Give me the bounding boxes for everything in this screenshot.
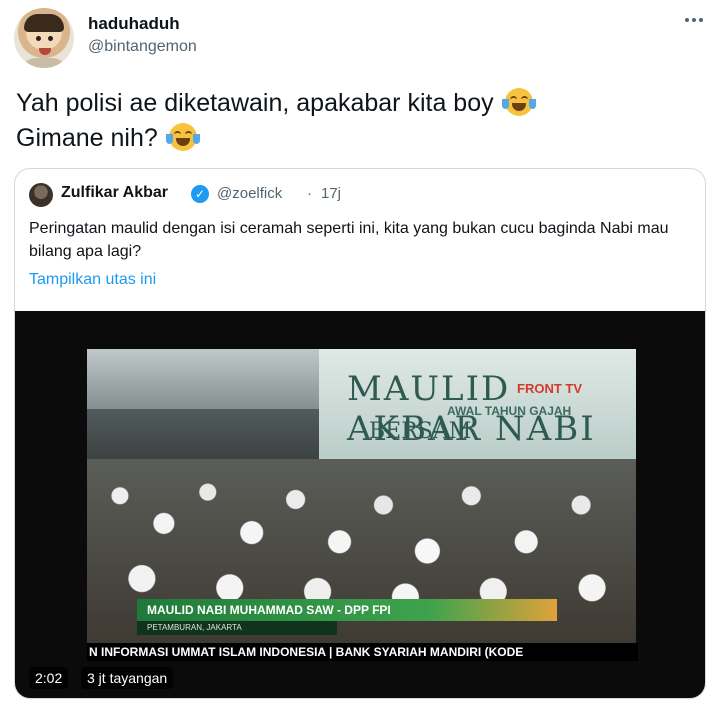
quoted-author-name[interactable]: Zulfikar Akbar	[61, 184, 168, 202]
video-frame[interactable]: MAULID AKBAR NABI AWAL TAHUN GAJAH BERSA…	[87, 349, 636, 643]
video-player[interactable]: MAULID AKBAR NABI AWAL TAHUN GAJAH BERSA…	[15, 311, 705, 698]
lower-third-location: PETAMBURAN, JAKARTA	[137, 621, 337, 635]
quoted-tweet[interactable]: Zulfikar Akbar ✓ @zoelfick · 17j Peringa…	[14, 168, 706, 699]
separator-dot: ·	[307, 185, 312, 202]
author-avatar[interactable]	[14, 8, 74, 68]
lower-third-title: MAULID NABI MUHAMMAD SAW - DPP FPI	[137, 599, 557, 621]
author-name[interactable]: haduhaduh	[88, 14, 180, 34]
tweet-text: Yah polisi ae diketawain, apakabar kita …	[16, 86, 696, 156]
video-duration: 2:02	[29, 667, 69, 689]
banner-sub-text: AWAL TAHUN GAJAH	[447, 404, 572, 418]
laughing-emoji-icon	[501, 88, 536, 116]
view-count: 3 jt tayangan	[81, 667, 174, 689]
author-handle[interactable]: @bintangemon	[88, 38, 197, 56]
channel-logo: FRONT TV	[517, 381, 582, 396]
show-thread-link[interactable]: Tampilkan utas ini	[29, 271, 156, 289]
news-ticker: N INFORMASI UMMAT ISLAM INDONESIA | BANK…	[87, 643, 638, 661]
laughing-emoji-icon	[165, 123, 200, 151]
tweet-text-line2: Gimane nih?	[16, 124, 158, 152]
quoted-time[interactable]: 17j	[321, 185, 341, 202]
quoted-text: Peringatan maulid dengan isi ceramah sep…	[29, 220, 669, 260]
verified-badge-icon: ✓	[191, 185, 209, 203]
quoted-author-handle[interactable]: @zoelfick	[217, 185, 282, 202]
tweet: haduhaduh @bintangemon Yah polisi ae dik…	[0, 0, 720, 724]
tweet-text-line1: Yah polisi ae diketawain, apakabar kita …	[16, 89, 494, 117]
banner-left-text: BERSAM	[369, 419, 472, 444]
more-options-icon[interactable]	[680, 10, 708, 30]
quoted-author-avatar[interactable]	[29, 183, 53, 207]
